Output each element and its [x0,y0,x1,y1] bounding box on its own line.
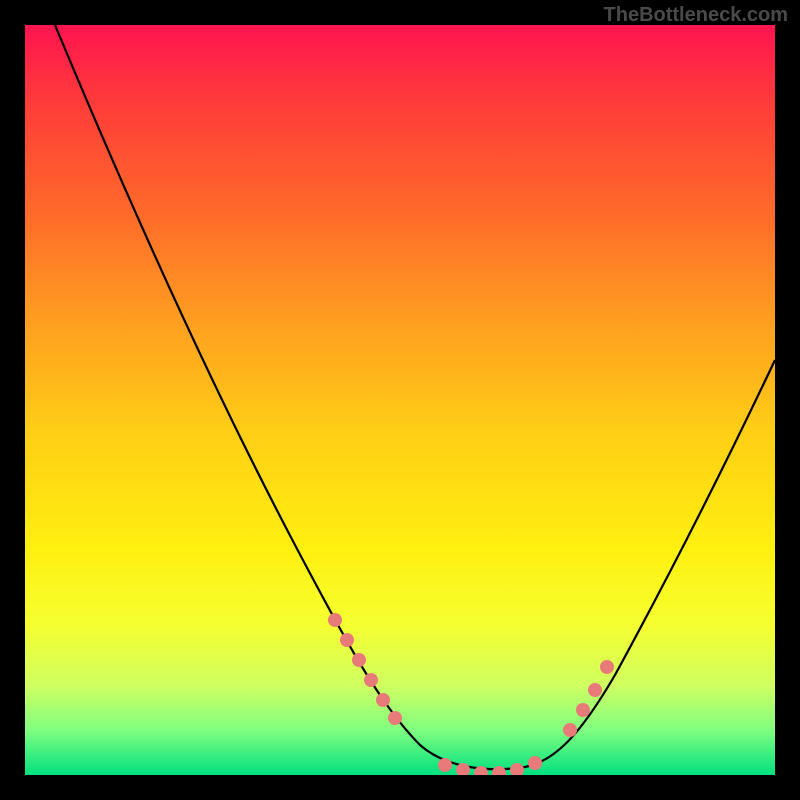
marker-dot [528,756,542,770]
marker-dot [340,633,354,647]
marker-dot [352,653,366,667]
marker-dot [600,660,614,674]
marker-dot [364,673,378,687]
chart-plot-area [25,25,775,775]
marker-dot [438,758,452,772]
marker-dot [510,763,524,775]
chart-svg [25,25,775,775]
marker-dot [576,703,590,717]
watermark-text: TheBottleneck.com [604,4,788,27]
marker-dot [492,766,506,775]
marker-dot [563,723,577,737]
marker-dot [588,683,602,697]
marker-dot [388,711,402,725]
marker-dot [376,693,390,707]
marker-dot [328,613,342,627]
curve-line [55,25,775,769]
marker-group [328,613,614,775]
